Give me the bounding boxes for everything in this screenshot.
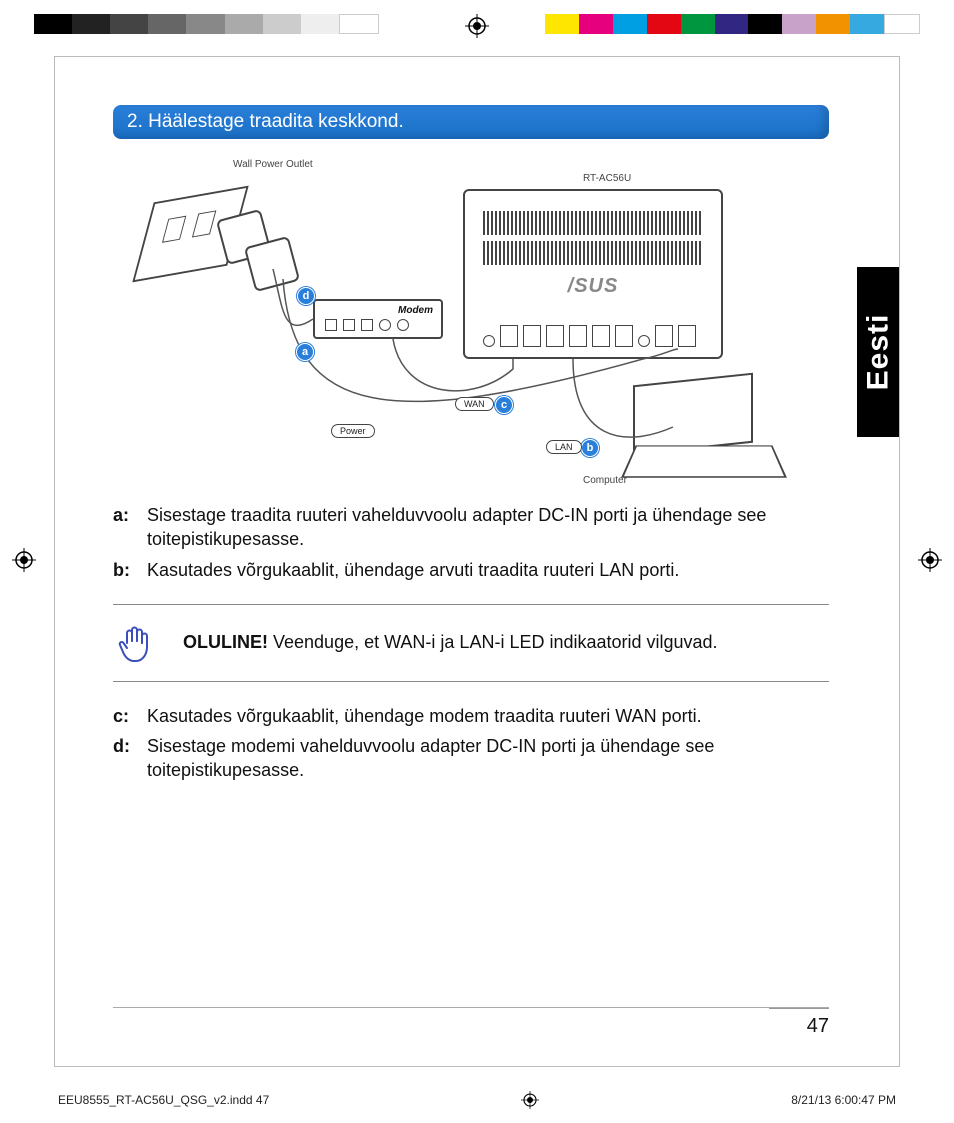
pill-wan: WAN	[455, 397, 494, 411]
registration-mark-icon	[465, 14, 489, 38]
step-c: c: Kasutades võrgukaablit, ühendage mode…	[113, 704, 829, 728]
step-text: Sisestage traadita ruuteri vahelduvvoolu…	[147, 503, 829, 552]
step-text: Kasutades võrgukaablit, ühendage arvuti …	[147, 558, 829, 582]
page-frame: Eesti 2. Häälestage traadita keskkond. W…	[54, 56, 900, 1067]
router-icon: /SUS	[463, 189, 723, 359]
pill-lan: LAN	[546, 440, 582, 454]
router-model-label: RT-AC56U	[583, 173, 631, 184]
footer-file: EEU8555_RT-AC56U_QSG_v2.indd 47	[58, 1093, 269, 1107]
step-key: a:	[113, 503, 147, 552]
language-tab: Eesti	[857, 267, 899, 437]
step-a: a: Sisestage traadita ruuteri vahelduvvo…	[113, 503, 829, 552]
section-heading-text: 2. Häälestage traadita keskkond.	[127, 111, 404, 133]
page-number: 47	[769, 1008, 829, 1038]
modem-label: Modem	[398, 305, 433, 316]
modem-icon: Modem	[313, 299, 443, 339]
computer-label: Computer	[583, 475, 627, 486]
footer-date: 8/21/13 6:00:47 PM	[791, 1093, 896, 1107]
wall-outlet-label: Wall Power Outlet	[233, 159, 313, 170]
section-heading-bar: 2. Häälestage traadita keskkond.	[113, 105, 829, 139]
callout-d: d	[297, 287, 315, 305]
step-key: d:	[113, 734, 147, 783]
page-rule	[113, 1007, 829, 1008]
print-footer: EEU8555_RT-AC56U_QSG_v2.indd 47 8/21/13 …	[58, 1091, 896, 1109]
note-text: OLULINE! Veenduge, et WAN-i ja LAN-i LED…	[183, 632, 718, 653]
router-logo: /SUS	[568, 275, 619, 298]
registration-mark-icon	[12, 548, 36, 572]
power-adapter-icon	[244, 236, 300, 292]
language-tab-label: Eesti	[861, 314, 895, 391]
step-text: Kasutades võrgukaablit, ühendage modem t…	[147, 704, 829, 728]
setup-diagram: Wall Power Outlet RT-AC56U Modem /SUS	[133, 159, 753, 489]
pill-power: Power	[331, 424, 375, 438]
registration-mark-icon	[521, 1091, 539, 1109]
registration-mark-icon	[918, 548, 942, 572]
callout-b: b	[581, 439, 599, 457]
note-bold: OLULINE!	[183, 632, 268, 652]
step-key: c:	[113, 704, 147, 728]
steps-top: a: Sisestage traadita ruuteri vahelduvvo…	[113, 503, 829, 582]
steps-bottom: c: Kasutades võrgukaablit, ühendage mode…	[113, 704, 829, 783]
step-d: d: Sisestage modemi vahelduvvoolu adapte…	[113, 734, 829, 783]
step-text: Sisestage modemi vahelduvvoolu adapter D…	[147, 734, 829, 783]
callout-a: a	[296, 343, 314, 361]
step-key: b:	[113, 558, 147, 582]
callout-c: c	[495, 396, 513, 414]
laptop-icon	[633, 379, 783, 479]
step-b: b: Kasutades võrgukaablit, ühendage arvu…	[113, 558, 829, 582]
important-note: OLULINE! Veenduge, et WAN-i ja LAN-i LED…	[113, 604, 829, 682]
hand-stop-icon	[113, 621, 157, 665]
note-body: Veenduge, et WAN-i ja LAN-i LED indikaat…	[268, 632, 718, 652]
